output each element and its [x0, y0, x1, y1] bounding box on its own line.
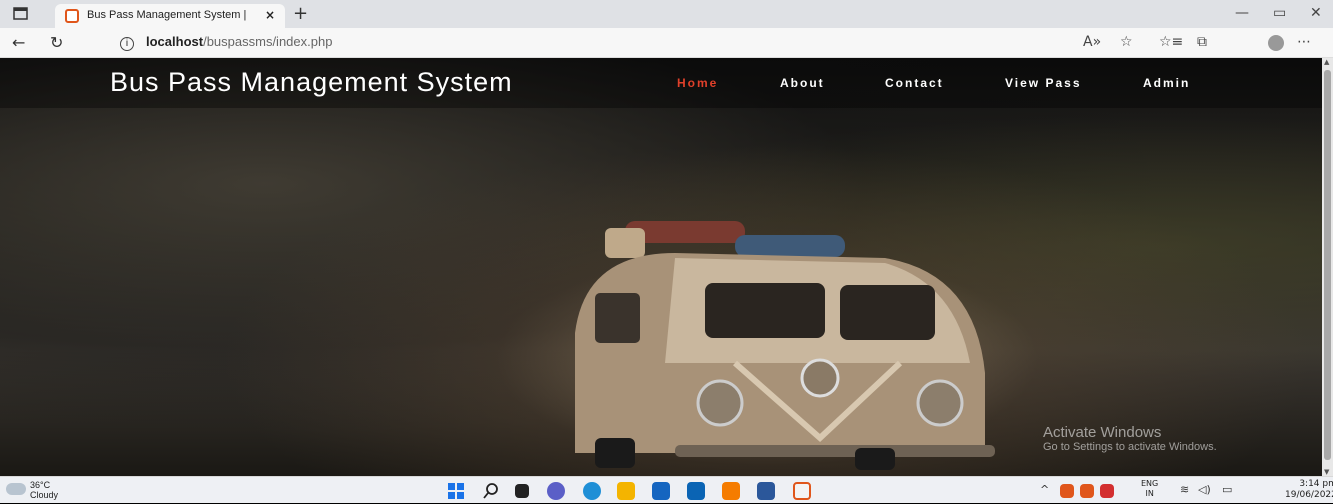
favorites-icon[interactable]: ☆≡: [1159, 34, 1183, 50]
refresh-icon[interactable]: ↻: [50, 33, 63, 52]
nav-admin[interactable]: Admin: [1143, 76, 1190, 90]
weather-widget[interactable]: 36°C Cloudy: [30, 480, 58, 500]
weather-condition: Cloudy: [30, 490, 59, 500]
watermark-title: Activate Windows: [1043, 424, 1162, 441]
profile-avatar[interactable]: [1268, 35, 1284, 51]
url-field[interactable]: i localhost/buspassms/index.php: [120, 34, 332, 51]
task-view-icon[interactable]: [515, 484, 529, 498]
browser-tab-bar: Bus Pass Management System || × + — ▭ ✕: [0, 0, 1333, 28]
xampp-icon[interactable]: [793, 482, 811, 500]
more-menu-icon[interactable]: ⋯: [1297, 34, 1311, 50]
scroll-down-icon[interactable]: ▼: [1324, 468, 1329, 476]
wifi-icon[interactable]: ≋: [1180, 483, 1189, 496]
toy-bus-image: [575, 221, 995, 470]
back-icon[interactable]: ←: [12, 33, 25, 52]
new-tab-icon[interactable]: +: [293, 3, 308, 24]
windows-start-icon[interactable]: [447, 482, 465, 500]
mail-icon[interactable]: [687, 482, 705, 500]
store-icon[interactable]: [652, 482, 670, 500]
search-icon[interactable]: [482, 482, 500, 500]
info-icon[interactable]: i: [120, 37, 134, 51]
word-icon[interactable]: [757, 482, 775, 500]
close-window-icon[interactable]: ✕: [1310, 5, 1322, 21]
teams-chat-icon[interactable]: [547, 482, 565, 500]
url-path: /buspassms/index.php: [203, 34, 333, 49]
tray-security-icon[interactable]: [1100, 484, 1114, 498]
xampp-favicon-icon: [65, 9, 79, 23]
clock-date: 19/06/2022: [1285, 490, 1333, 500]
edge-icon[interactable]: [583, 482, 601, 500]
clock-time: 3:14 pm: [1299, 479, 1333, 489]
activate-windows-watermark: Activate Windows Go to Settings to activ…: [1043, 424, 1217, 453]
nav-about[interactable]: About: [780, 76, 825, 90]
file-explorer-icon[interactable]: [617, 482, 635, 500]
clock[interactable]: 3:14 pm 19/06/2022: [1285, 479, 1333, 501]
nav-view-pass[interactable]: View Pass: [1005, 76, 1082, 90]
minimize-icon[interactable]: —: [1235, 5, 1249, 21]
site-header: Bus Pass Management System Home About Co…: [0, 58, 1322, 108]
lang-bottom: IN: [1145, 489, 1154, 498]
read-aloud-icon[interactable]: A»: [1083, 34, 1101, 50]
cloud-icon: [6, 483, 26, 495]
volume-icon[interactable]: ◁): [1198, 483, 1211, 496]
address-bar: ← ↻ i localhost/buspassms/index.php A» ☆ …: [0, 28, 1333, 58]
browser-tab[interactable]: Bus Pass Management System || ×: [55, 4, 285, 28]
tab-close-icon[interactable]: ×: [265, 8, 275, 22]
page-viewport: Bus Pass Management System Home About Co…: [0, 58, 1322, 476]
url-host: localhost: [146, 34, 204, 49]
tray-app-icon[interactable]: [1060, 484, 1074, 498]
add-favorite-icon[interactable]: ☆: [1120, 34, 1133, 50]
lang-top: ENG: [1141, 479, 1159, 488]
vlc-icon[interactable]: [722, 482, 740, 500]
restore-icon[interactable]: ▭: [1273, 5, 1286, 21]
scrollbar-thumb[interactable]: [1324, 70, 1331, 460]
scroll-up-icon[interactable]: ▲: [1324, 58, 1329, 66]
language-indicator[interactable]: ENG IN: [1141, 479, 1158, 499]
chevron-up-icon[interactable]: ^: [1040, 483, 1049, 496]
tab-title: Bus Pass Management System ||: [87, 9, 247, 21]
windows-taskbar: 36°C Cloudy ^ ENG IN ≋ ◁) ▭ 3:14 pm 19/0…: [0, 476, 1333, 503]
tray-xampp-icon[interactable]: [1080, 484, 1094, 498]
nav-home[interactable]: Home: [677, 76, 718, 90]
battery-icon[interactable]: ▭: [1222, 483, 1232, 496]
nav-contact[interactable]: Contact: [885, 76, 944, 90]
weather-temperature: 36°C: [30, 480, 51, 490]
watermark-subtitle: Go to Settings to activate Windows.: [1043, 441, 1217, 453]
page-scrollbar[interactable]: ▲ ▼: [1322, 58, 1333, 476]
collections-icon[interactable]: ⧉: [1197, 34, 1207, 50]
site-brand[interactable]: Bus Pass Management System: [110, 67, 513, 98]
tab-actions-icon[interactable]: [12, 5, 30, 23]
